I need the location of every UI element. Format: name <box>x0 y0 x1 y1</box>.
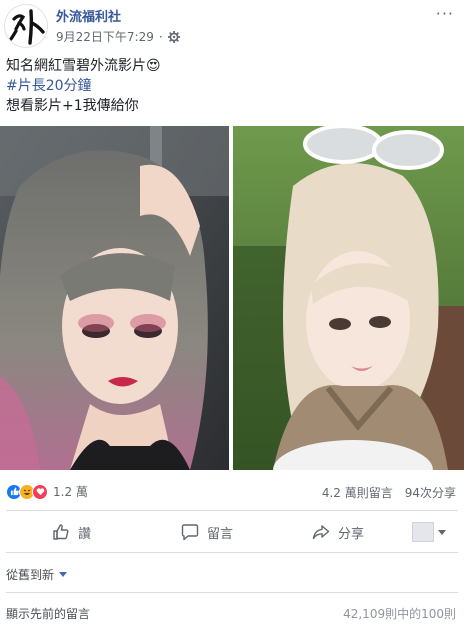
page-avatar[interactable] <box>4 4 48 48</box>
gear-icon[interactable] <box>167 30 180 43</box>
actions-divider <box>6 552 458 553</box>
hashtag-link[interactable]: #片長20分鐘 <box>6 76 161 96</box>
post-timestamp[interactable]: 9月22日下午7:29 <box>56 28 154 45</box>
page-logo <box>5 5 47 47</box>
share-arrow-icon <box>312 525 330 540</box>
comment-bubble-icon <box>181 524 199 541</box>
action-bar: 讚 留言 分享 <box>0 514 464 552</box>
comment-count-link[interactable]: 4.2 萬則留言 <box>322 484 393 501</box>
photo-1-image <box>0 126 229 470</box>
comment-button[interactable]: 留言 <box>181 514 233 550</box>
post-photo-1[interactable] <box>0 126 229 470</box>
post-photo-2[interactable] <box>233 126 464 470</box>
post-body: 知名網紅雪碧外流影片😍 #片長20分鐘 想看影片+1我傳給你 <box>6 56 161 116</box>
thumb-up-glyph <box>10 487 19 496</box>
share-button[interactable]: 分享 <box>312 514 364 550</box>
dot-separator: · <box>158 29 163 44</box>
share-label: 分享 <box>338 526 365 542</box>
more-options-button[interactable]: ··· <box>436 4 454 23</box>
comment-sort-dropdown[interactable]: 從舊到新 <box>6 566 68 583</box>
engagement-stats: 1.2 萬 4.2 萬則留言 94次分享 <box>0 472 464 510</box>
comment-label: 留言 <box>207 526 234 542</box>
comments-divider <box>6 592 458 593</box>
like-label: 讚 <box>78 526 92 542</box>
reaction-count: 1.2 萬 <box>53 485 88 499</box>
post-line-1-text: 知名網紅雪碧外流影片 <box>6 58 146 74</box>
audience-selector[interactable] <box>412 522 450 542</box>
like-button[interactable]: 讚 <box>52 514 91 550</box>
post-meta: 9月22日下午7:29 · <box>56 28 180 45</box>
more-icon: ··· <box>435 4 454 23</box>
thumbs-up-icon <box>53 524 69 540</box>
post-line-1: 知名網紅雪碧外流影片😍 <box>6 56 161 76</box>
stats-divider <box>6 510 458 511</box>
audience-avatar <box>412 522 434 542</box>
photo-2-image <box>233 126 464 470</box>
love-icon <box>32 483 48 500</box>
sort-label: 從舊到新 <box>6 568 55 582</box>
reactions-summary[interactable]: 1.2 萬 <box>6 483 88 500</box>
view-previous-comments-link[interactable]: 顯示先前的留言 <box>6 605 90 622</box>
post-line-3: 想看影片+1我傳給你 <box>6 98 139 114</box>
comment-pagination-count: 42,109則中的100則 <box>343 607 456 621</box>
post-header: 外流福利社 9月22日下午7:29 · ··· <box>0 0 464 52</box>
chevron-down-icon <box>438 529 446 535</box>
page-name-link[interactable]: 外流福利社 <box>56 6 121 25</box>
comment-share-counts: 4.2 萬則留言 94次分享 <box>322 484 456 501</box>
share-count-link[interactable]: 94次分享 <box>405 484 456 501</box>
heart-glyph <box>36 488 44 496</box>
heart-eyes-emoji: 😍 <box>146 58 161 74</box>
chevron-down-icon <box>59 572 68 577</box>
